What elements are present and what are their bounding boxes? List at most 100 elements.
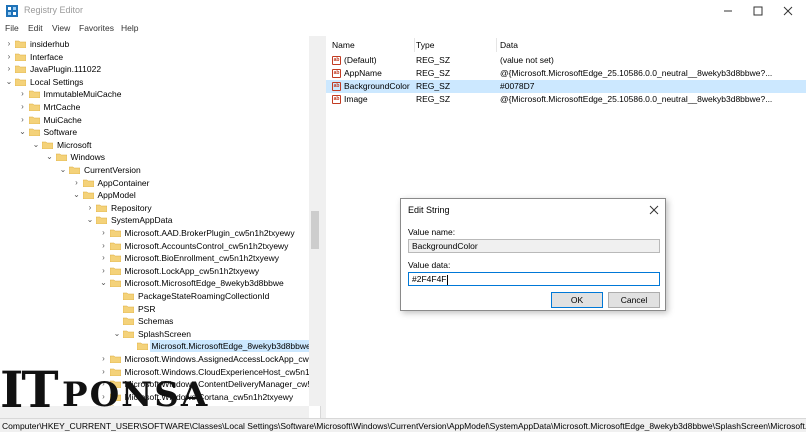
string-value-icon: ab (332, 82, 341, 91)
string-value-icon: ab (332, 56, 341, 65)
tree-item-label: Windows (70, 152, 105, 163)
tree-item-label: CurrentVersion (84, 165, 141, 175)
tree-item[interactable]: Schemas (0, 315, 309, 328)
collapse-chevron-icon[interactable]: ⌄ (112, 328, 122, 340)
scrollbar-thumb[interactable] (311, 211, 319, 249)
menu-favorites[interactable]: Favorites (79, 23, 114, 33)
expand-chevron-icon[interactable]: › (18, 101, 28, 113)
folder-icon (123, 317, 134, 326)
tree-item[interactable]: ⌄ SystemAppData (0, 214, 309, 227)
tree-item[interactable]: ⌄ Local Settings (0, 76, 309, 89)
expand-chevron-icon[interactable]: › (4, 63, 14, 75)
menu-file[interactable]: File (5, 23, 19, 33)
collapse-chevron-icon[interactable]: ⌄ (72, 189, 82, 201)
dialog-title: Edit String (408, 205, 450, 215)
tree-item[interactable]: › Repository (0, 202, 309, 215)
tree-item-label: PackageStateRoamingCollectionId (138, 291, 270, 301)
folder-icon (136, 343, 148, 351)
tree-item[interactable]: › MrtCache (0, 101, 309, 114)
window-title: Registry Editor (24, 5, 84, 15)
column-header-type[interactable]: Type (416, 40, 434, 50)
tree-item-label: SplashScreen (138, 328, 191, 339)
tree-item[interactable]: › ImmutableMuiCache (0, 88, 309, 101)
maximize-icon[interactable] (742, 0, 774, 22)
expand-chevron-icon[interactable]: › (18, 88, 28, 100)
folder-icon (123, 330, 134, 338)
collapse-chevron-icon[interactable]: ⌄ (99, 277, 109, 289)
tree-item[interactable]: › insiderhub (0, 38, 309, 51)
expand-chevron-icon[interactable]: › (85, 202, 95, 214)
column-header-name[interactable]: Name (332, 40, 355, 50)
tree-item[interactable]: ⌄ CurrentVersion (0, 164, 309, 177)
tree-item[interactable]: ⌄ Windows (0, 151, 309, 164)
collapse-chevron-icon[interactable]: ⌄ (18, 126, 28, 138)
tree-item[interactable]: ⌄ Software (0, 126, 309, 139)
collapse-chevron-icon[interactable]: ⌄ (31, 139, 41, 151)
tree-item[interactable]: Microsoft.MicrosoftEdge_8wekyb3d8bbwe!M (0, 340, 320, 353)
string-value-icon: ab (332, 69, 341, 78)
value-name-field: BackgroundColor (408, 239, 660, 253)
folder-icon (109, 267, 121, 275)
tree-item[interactable]: ⌄ AppModel (0, 189, 309, 202)
value-row[interactable]: ab Image REG_SZ @{Microsoft.MicrosoftEdg… (326, 93, 806, 106)
tree-item-label: Microsoft (57, 139, 92, 150)
expand-chevron-icon[interactable]: › (99, 240, 109, 252)
expand-chevron-icon[interactable]: › (99, 252, 109, 264)
tree-item[interactable]: ⌄ Microsoft (0, 139, 309, 152)
tree-item[interactable]: › Microsoft.LockApp_cw5n1h2txyewy (0, 265, 309, 278)
tree-item[interactable]: › Microsoft.AAD.BrokerPlugin_cw5n1h2txyew… (0, 227, 309, 240)
value-data-input[interactable]: #2F4F4F (408, 272, 660, 286)
watermark-it: IT (0, 360, 59, 419)
string-value-icon: ab (332, 95, 341, 104)
tree-item[interactable]: › Interface (0, 51, 309, 64)
value-type: REG_SZ (416, 55, 451, 65)
tree-item[interactable]: PSR (0, 303, 309, 316)
column-divider[interactable] (414, 38, 415, 52)
expand-chevron-icon[interactable]: › (4, 51, 14, 63)
dialog-close-icon[interactable] (647, 203, 661, 217)
tree-item-label: Schemas (138, 316, 174, 327)
cancel-button[interactable]: Cancel (608, 292, 660, 308)
tree-item[interactable]: PackageStateRoamingCollectionId (0, 290, 309, 303)
tree-item[interactable]: › Microsoft.BioEnrollment_cw5n1h2txyewy (0, 252, 309, 265)
folder-icon (96, 217, 107, 225)
tree-item[interactable]: ⌄ SplashScreen (0, 328, 309, 341)
column-header-data[interactable]: Data (500, 40, 518, 50)
tree-item[interactable]: › AppContainer (0, 177, 309, 190)
value-row[interactable]: ab BackgroundColor REG_SZ #0078D7 (326, 80, 806, 93)
expand-chevron-icon[interactable]: › (99, 227, 109, 239)
menu-bar: File Edit View Favorites Help (0, 22, 806, 36)
tree-item[interactable]: ⌄ Microsoft.MicrosoftEdge_8wekyb3d8bbwe (0, 277, 309, 290)
expand-chevron-icon[interactable]: › (18, 114, 28, 126)
value-data: #0078D7 (500, 81, 535, 91)
edit-string-dialog: Edit String Value name: BackgroundColor … (400, 198, 666, 311)
menu-edit[interactable]: Edit (28, 23, 43, 33)
menu-help[interactable]: Help (121, 23, 138, 33)
expand-chevron-icon[interactable]: › (4, 38, 14, 50)
collapse-chevron-icon[interactable]: ⌄ (45, 151, 55, 163)
tree-vertical-scrollbar[interactable] (309, 36, 321, 406)
tree-item-label: Microsoft.BioEnrollment_cw5n1h2txyewy (124, 253, 279, 264)
folder-icon (96, 204, 107, 212)
close-icon[interactable] (772, 0, 804, 22)
value-name-text: BackgroundColor (412, 241, 478, 251)
value-row[interactable]: ab AppName REG_SZ @{Microsoft.MicrosoftE… (326, 67, 806, 80)
minimize-icon[interactable] (712, 0, 744, 22)
tree-item-label: Repository (111, 202, 152, 213)
value-name-label: Value name: (408, 227, 456, 237)
ok-button[interactable]: OK (551, 292, 603, 308)
tree-item[interactable]: › JavaPlugin.111022 (0, 63, 309, 76)
value-data-label: Value data: (408, 260, 451, 270)
expand-chevron-icon[interactable]: › (72, 177, 82, 189)
tree-item-label: ImmutableMuiCache (43, 89, 122, 100)
collapse-chevron-icon[interactable]: ⌄ (4, 76, 14, 88)
value-row[interactable]: ab (Default) REG_SZ (value not set) (326, 54, 806, 67)
expand-chevron-icon[interactable]: › (99, 265, 109, 277)
collapse-chevron-icon[interactable]: ⌄ (85, 214, 95, 226)
tree-item[interactable]: › MuiCache (0, 114, 309, 127)
collapse-chevron-icon[interactable]: ⌄ (58, 164, 68, 176)
menu-view[interactable]: View (52, 23, 70, 33)
tree-item[interactable]: › Microsoft.AccountsControl_cw5n1h2txyewy (0, 240, 309, 253)
column-divider[interactable] (496, 38, 497, 52)
value-data: @{Microsoft.MicrosoftEdge_25.10586.0.0_n… (500, 68, 773, 78)
